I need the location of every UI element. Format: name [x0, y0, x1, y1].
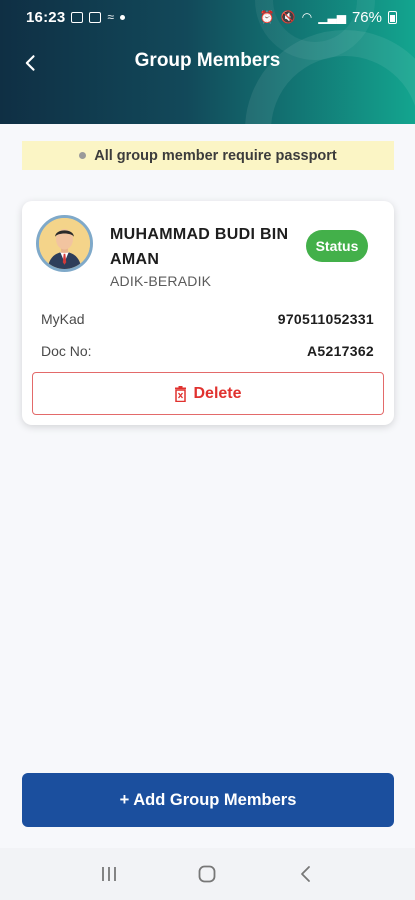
- home-icon: [199, 865, 216, 883]
- member-card: MUHAMMAD BUDI BIN AMAN ADIK-BERADIK Stat…: [22, 201, 394, 425]
- person-avatar-icon: [39, 218, 90, 269]
- battery-icon: [388, 10, 397, 24]
- avatar: [36, 215, 93, 272]
- arrow-left-icon: [25, 55, 35, 71]
- mute-icon: 🔇: [280, 10, 296, 24]
- nav-back-button[interactable]: [286, 854, 326, 894]
- passport-notice: All group member require passport: [22, 141, 394, 170]
- add-group-members-button[interactable]: + Add Group Members: [22, 773, 394, 827]
- back-button[interactable]: [14, 46, 48, 80]
- recent-apps-icon: [102, 867, 117, 881]
- delete-button[interactable]: Delete: [32, 372, 384, 415]
- mykad-value: 970511052331: [277, 311, 374, 327]
- gallery-notification-icon: [71, 11, 84, 23]
- signal-icon: ▁▃▅: [318, 10, 346, 24]
- mail-notification-icon: [89, 11, 102, 23]
- notice-text: All group member require passport: [94, 147, 337, 164]
- doc-no-label: Doc No:: [41, 343, 92, 359]
- clock: 16:23: [26, 8, 66, 26]
- nav-home-button[interactable]: [187, 854, 227, 894]
- status-bar: 16:23 ≈ ⏰ 🔇 ◠ ▁▃▅ 76%: [0, 0, 415, 34]
- doc-no-value: A5217362: [306, 343, 374, 359]
- wifi-icon: ◠: [301, 10, 313, 24]
- system-nav-bar: [0, 848, 415, 900]
- trash-icon: [175, 385, 187, 402]
- delete-label: Delete: [193, 384, 242, 402]
- member-name: MUHAMMAD BUDI BIN AMAN: [110, 226, 289, 268]
- member-relationship: ADIK-BERADIK: [110, 273, 212, 289]
- back-icon: [300, 866, 310, 882]
- status-bar-left: 16:23 ≈: [26, 9, 125, 26]
- more-notifications-icon: [119, 14, 125, 20]
- battery-percent: 76%: [351, 8, 382, 26]
- mykad-label: MyKad: [41, 311, 85, 327]
- status-badge: Status: [306, 230, 368, 262]
- bullet-dot: [79, 152, 87, 159]
- status-bar-right: ⏰ 🔇 ◠ ▁▃▅ 76%: [260, 9, 397, 26]
- wifi-calling-icon: ≈: [107, 10, 114, 24]
- alarm-icon: ⏰: [259, 10, 275, 24]
- nav-recent-apps-button[interactable]: [89, 854, 129, 894]
